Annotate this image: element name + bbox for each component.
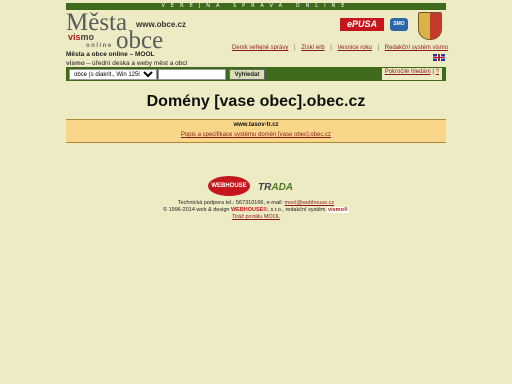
english-flag-icon[interactable] — [433, 54, 445, 61]
footer: Technická podpora tel.: 567310166, e-mai… — [66, 200, 446, 221]
smo-logo[interactable]: SMO — [390, 18, 408, 31]
tagline-vismo: vismo — [66, 60, 85, 67]
nav-separator: | — [377, 45, 380, 51]
nav-link-erb[interactable]: Získí erb — [301, 45, 324, 51]
search-bar: obce (s diakrit., Win 1250) Vyhledat Pok… — [66, 67, 446, 81]
footer-support: Technická podpora tel.: 567310166, e-mai… — [177, 200, 335, 206]
nav-link-denik[interactable]: Deník veřejné správy — [232, 45, 288, 51]
domain-name: www.tasov-tr.cz — [233, 122, 279, 128]
tagline-desc: – úřední deska a weby měst a obcí — [84, 60, 188, 67]
nav-separator: | — [330, 45, 332, 51]
advanced-search-link[interactable]: Pokročilé hledání — [385, 69, 431, 75]
search-input[interactable] — [158, 69, 226, 80]
nav-link-vesnice[interactable]: Vesnice roku — [338, 45, 372, 51]
advanced-search: Pokročilé hledání | ? — [381, 68, 442, 80]
nav-link-vismo[interactable]: Redakční systém vismo — [385, 45, 448, 51]
logo-vismo: vismo — [68, 32, 95, 42]
trada-logo-b: ADA — [271, 182, 294, 193]
nav-separator: | — [294, 45, 296, 51]
vismo-link[interactable]: vismo® — [327, 207, 349, 213]
page-title: Domény [vase obec].obec.cz — [146, 93, 366, 110]
domain-panel: www.tasov-tr.cz Popis a specifikace syst… — [66, 119, 446, 143]
coat-of-arms-icon[interactable] — [418, 12, 442, 40]
footer-logos: WEBHOUSE TRADA — [206, 176, 326, 198]
top-nav: Deník veřejné správy | Získí erb | Vesni… — [232, 45, 448, 51]
tagline: Města a obce online – MOOL vismo – úředn… — [66, 50, 266, 68]
epusa-logo[interactable]: ePUSA — [340, 18, 384, 31]
partner-badges: ePUSA SMO — [340, 12, 450, 40]
trada-logo[interactable]: TRADA — [258, 182, 293, 193]
support-email-link[interactable]: mool@webhouse.cz — [285, 200, 335, 206]
spec-link[interactable]: Popis a specifikace systému domén [vase … — [66, 132, 446, 138]
logo-online: online — [86, 43, 113, 49]
search-button[interactable]: Vyhledat — [229, 69, 265, 80]
webhouse-link[interactable]: WEBHOUSE® — [231, 207, 267, 213]
trada-logo-a: TR — [258, 182, 272, 193]
webhouse-logo[interactable]: WEBHOUSE — [208, 176, 250, 196]
tagline-title: Města a obce online – MOOL — [66, 51, 155, 58]
logo-url: www.obce.cz — [136, 20, 186, 29]
search-encoding-select[interactable]: obce (s diakrit., Win 1250) — [69, 69, 157, 80]
tiraz-link[interactable]: Tiráž portálu MOOL — [232, 214, 280, 220]
footer-copyright: © 1996-2014 web & design WEBHOUSE®, s.r.… — [163, 207, 349, 213]
help-link[interactable]: ? — [436, 69, 439, 75]
